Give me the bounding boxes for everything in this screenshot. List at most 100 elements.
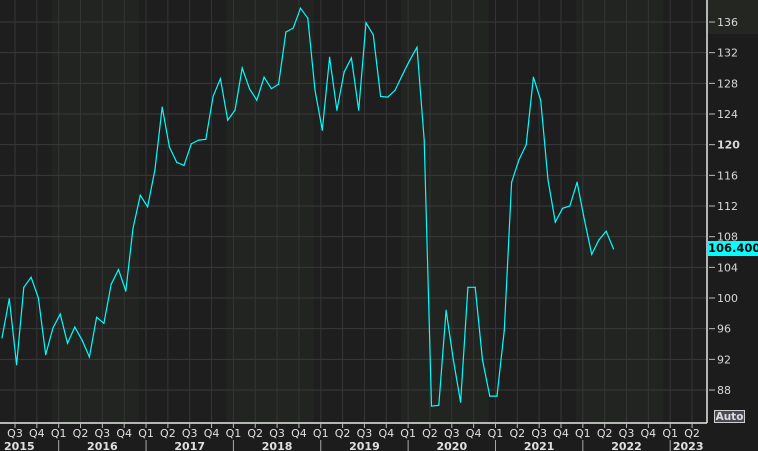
data-point <box>176 161 178 163</box>
data-point <box>197 139 200 141</box>
data-point <box>117 269 120 271</box>
data-point <box>554 221 556 223</box>
y-tick-label: 124 <box>717 108 738 121</box>
data-point <box>212 95 214 97</box>
y-tick-label: 120 <box>717 139 740 152</box>
data-point <box>241 67 243 69</box>
data-point <box>474 286 476 288</box>
data-point <box>489 395 491 397</box>
x-quarter-label: Q1 <box>662 427 678 440</box>
x-quarter-label: Q4 <box>204 427 220 440</box>
data-point <box>1 337 3 339</box>
data-point <box>365 22 367 24</box>
x-quarter-label: Q1 <box>138 427 154 440</box>
data-point <box>139 194 141 196</box>
data-point <box>511 181 513 183</box>
data-point <box>37 297 40 299</box>
x-quarter-label: Q1 <box>575 427 591 440</box>
data-point <box>205 138 207 140</box>
data-point <box>336 109 338 111</box>
data-point <box>329 56 331 58</box>
data-point <box>518 159 520 161</box>
data-point <box>598 239 600 241</box>
data-point <box>496 395 498 397</box>
data-point <box>547 179 549 181</box>
x-quarter-label: Q1 <box>400 427 416 440</box>
data-point <box>576 181 578 183</box>
y-tick-label: 132 <box>717 47 738 60</box>
x-quarter-label: Q2 <box>0 427 1 440</box>
data-point <box>190 143 192 145</box>
y-tick-label: 88 <box>717 384 731 397</box>
data-point <box>445 309 447 311</box>
y-tick-label: 136 <box>717 16 738 29</box>
data-point <box>605 230 607 232</box>
last-value-label: 106.400 <box>707 241 758 256</box>
x-year-label: 2021 <box>524 440 555 451</box>
data-point <box>394 89 396 91</box>
data-point <box>30 276 32 278</box>
data-point <box>256 99 258 101</box>
x-year-label: 2022 <box>611 440 642 451</box>
x-quarter-label: Q2 <box>597 427 613 440</box>
data-point <box>81 339 83 341</box>
data-point <box>438 404 440 406</box>
x-quarter-label: Q3 <box>357 427 373 440</box>
x-quarter-label: Q2 <box>160 427 176 440</box>
x-quarter-label: Q4 <box>116 427 132 440</box>
x-quarter-label: Q4 <box>466 427 482 440</box>
x-year-label: 2020 <box>436 440 467 451</box>
data-point <box>248 88 251 90</box>
x-quarter-label: Q2 <box>73 427 89 440</box>
data-point <box>161 106 163 108</box>
data-point <box>132 227 134 229</box>
x-quarter-label: Q2 <box>422 427 438 440</box>
data-point <box>227 119 229 121</box>
data-point <box>423 139 425 141</box>
data-point <box>401 74 403 76</box>
x-quarter-label: Q2 <box>509 427 525 440</box>
data-point <box>219 78 221 80</box>
data-point <box>307 17 309 19</box>
data-point <box>45 354 47 356</box>
x-quarter-label: Q1 <box>313 427 329 440</box>
x-quarter-label: Q3 <box>182 427 198 440</box>
data-point <box>525 144 527 146</box>
x-quarter-label: Q3 <box>95 427 111 440</box>
data-point <box>88 356 90 358</box>
data-point <box>350 57 353 59</box>
y-tick-label: 104 <box>717 261 738 274</box>
data-point <box>292 27 294 29</box>
data-point <box>299 7 302 9</box>
y-tick-label: 96 <box>717 323 731 336</box>
data-point <box>285 31 287 33</box>
data-point <box>460 401 462 403</box>
data-point <box>467 286 469 288</box>
y-tick-label: 92 <box>717 353 731 366</box>
data-point <box>379 95 382 97</box>
x-quarter-label: Q2 <box>247 427 263 440</box>
data-point <box>183 164 185 166</box>
x-year-label: 2015 <box>4 440 35 451</box>
x-quarter-label: Q1 <box>226 427 242 440</box>
data-point <box>561 207 564 209</box>
x-quarter-label: Q2 <box>684 427 700 440</box>
x-year-label: 2019 <box>349 440 380 451</box>
data-point <box>74 326 76 328</box>
data-point <box>540 99 542 101</box>
data-point <box>154 169 156 171</box>
x-quarter-label: Q3 <box>531 427 547 440</box>
x-year-label: 2018 <box>262 440 293 451</box>
data-point <box>96 316 98 318</box>
data-point <box>583 219 586 221</box>
x-quarter-label: Q4 <box>641 427 657 440</box>
data-point <box>52 327 54 329</box>
data-point <box>612 248 615 250</box>
data-point <box>270 88 272 90</box>
data-point <box>358 109 360 111</box>
data-point <box>168 146 171 148</box>
data-point <box>15 364 18 366</box>
auto-scale-button[interactable]: Auto <box>714 410 745 423</box>
data-point <box>569 205 571 207</box>
data-point <box>66 342 69 344</box>
